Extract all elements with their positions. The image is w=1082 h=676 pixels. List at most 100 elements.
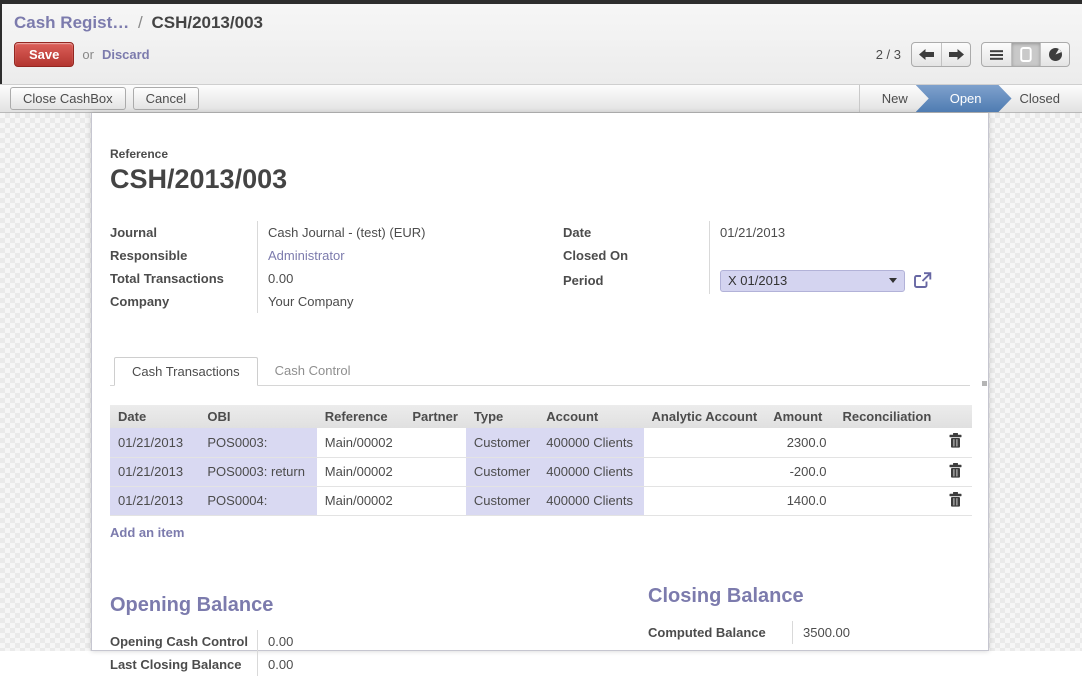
total-transactions-value: 0.00: [258, 271, 563, 286]
opening-cash-control-label: Opening Cash Control: [110, 630, 258, 653]
cell-amount[interactable]: 1400.0: [765, 486, 834, 515]
content-background: Reference CSH/2013/003 Journal Cash Jour…: [0, 113, 1082, 651]
field-group-left: Journal Cash Journal - (test) (EUR) Resp…: [110, 221, 563, 313]
field-computed-balance: Computed Balance 3500.00: [648, 621, 970, 644]
cell-partner[interactable]: [404, 457, 466, 486]
cell-analytic-account[interactable]: [644, 428, 766, 457]
pager-prev-button[interactable]: [912, 43, 941, 66]
reference-label: Reference: [110, 147, 970, 161]
cell-date[interactable]: 01/21/2013: [110, 486, 199, 515]
cell-reconciliation[interactable]: [834, 428, 939, 457]
delete-row-button[interactable]: [939, 457, 972, 486]
closing-balance-section: Closing Balance Computed Balance 3500.00: [648, 585, 970, 676]
form-toolbar: Close CashBox Cancel New Open Closed: [0, 84, 1082, 113]
col-header-analytic-account[interactable]: Analytic Account: [644, 405, 766, 428]
tab-cash-transactions[interactable]: Cash Transactions: [114, 357, 258, 386]
form-view-button[interactable]: [1011, 43, 1040, 66]
cash-transactions-table: DateOBIReferencePartnerTypeAccountAnalyt…: [110, 405, 972, 516]
cell-obi[interactable]: POS0004:: [199, 486, 316, 515]
add-an-item-link[interactable]: Add an item: [110, 525, 184, 540]
statusbar: New Open Closed: [859, 85, 1082, 112]
responsible-link[interactable]: Administrator: [268, 248, 345, 263]
journal-value: Cash Journal - (test) (EUR): [258, 225, 563, 240]
cell-obi[interactable]: POS0003:: [199, 428, 316, 457]
col-header-account[interactable]: Account: [538, 405, 643, 428]
cell-type[interactable]: Customer: [466, 486, 538, 515]
cell-date[interactable]: 01/21/2013: [110, 428, 199, 457]
cell-obi[interactable]: POS0003: return: [199, 457, 316, 486]
col-header-delete: [939, 405, 972, 428]
discard-link[interactable]: Discard: [102, 47, 150, 62]
table-row[interactable]: 01/21/2013POS0003:Main/00002 Customer4000…: [110, 428, 972, 457]
breadcrumb: Cash Regist… / CSH/2013/003: [14, 4, 1070, 33]
col-header-reconciliation[interactable]: Reconciliation: [834, 405, 939, 428]
left-arrow-icon: [918, 48, 935, 61]
form-view-icon: [1020, 47, 1032, 62]
col-header-amount[interactable]: Amount: [765, 405, 834, 428]
view-switcher: [981, 42, 1070, 67]
period-selected-value: X 01/2013: [728, 273, 889, 288]
cell-partner[interactable]: [404, 486, 466, 515]
cell-type[interactable]: Customer: [466, 428, 538, 457]
list-view-button[interactable]: [982, 43, 1011, 66]
save-button[interactable]: Save: [14, 42, 74, 67]
caret-down-icon: [889, 278, 897, 283]
company-label: Company: [110, 290, 258, 313]
cell-amount[interactable]: 2300.0: [765, 428, 834, 457]
cell-amount[interactable]: -200.0: [765, 457, 834, 486]
cell-partner[interactable]: [404, 428, 466, 457]
responsible-label: Responsible: [110, 244, 258, 267]
form-sheet: Reference CSH/2013/003 Journal Cash Jour…: [91, 113, 989, 651]
trash-icon: [949, 463, 962, 478]
cell-reference[interactable]: Main/00002: [317, 486, 405, 515]
closing-balance-title: Closing Balance: [648, 585, 970, 608]
col-header-partner[interactable]: Partner: [404, 405, 466, 428]
cell-date[interactable]: 01/21/2013: [110, 457, 199, 486]
period-select[interactable]: X 01/2013: [720, 270, 905, 292]
table-row[interactable]: 01/21/2013POS0004:Main/00002 Customer4000…: [110, 486, 972, 515]
delete-row-button[interactable]: [939, 486, 972, 515]
field-company: Company Your Company: [110, 290, 563, 313]
graph-view-button[interactable]: [1040, 43, 1069, 66]
company-value: Your Company: [258, 294, 563, 309]
trash-icon: [949, 492, 962, 507]
cell-analytic-account[interactable]: [644, 457, 766, 486]
list-view-icon: [990, 49, 1003, 61]
or-label: or: [82, 47, 94, 62]
delete-row-button[interactable]: [939, 428, 972, 457]
cancel-button[interactable]: Cancel: [133, 87, 199, 110]
close-cashbox-button[interactable]: Close CashBox: [10, 87, 126, 110]
col-header-reference[interactable]: Reference: [317, 405, 405, 428]
pager-next-button[interactable]: [941, 43, 970, 66]
field-journal: Journal Cash Journal - (test) (EUR): [110, 221, 563, 244]
cell-analytic-account[interactable]: [644, 486, 766, 515]
cell-reference[interactable]: Main/00002: [317, 457, 405, 486]
field-period: Period X 01/2013: [563, 267, 970, 294]
pie-chart-icon: [1048, 47, 1063, 62]
page-title: CSH/2013/003: [110, 164, 970, 195]
period-label: Period: [563, 267, 710, 294]
cell-account[interactable]: 400000 Clients: [538, 486, 643, 515]
table-header-row: DateOBIReferencePartnerTypeAccountAnalyt…: [110, 405, 972, 428]
computed-balance-label: Computed Balance: [648, 621, 793, 644]
cell-account[interactable]: 400000 Clients: [538, 428, 643, 457]
cell-account[interactable]: 400000 Clients: [538, 457, 643, 486]
computed-balance-value: 3500.00: [793, 625, 970, 640]
trash-icon: [949, 433, 962, 448]
cell-type[interactable]: Customer: [466, 457, 538, 486]
breadcrumb-parent-link[interactable]: Cash Regist…: [14, 13, 129, 32]
external-link-icon[interactable]: [913, 272, 932, 289]
col-header-obi[interactable]: OBI: [199, 405, 316, 428]
field-total-transactions: Total Transactions 0.00: [110, 267, 563, 290]
last-closing-balance-value: 0.00: [258, 657, 648, 672]
col-header-type[interactable]: Type: [466, 405, 538, 428]
tab-cash-control[interactable]: Cash Control: [258, 357, 368, 385]
total-transactions-label: Total Transactions: [110, 267, 258, 290]
opening-balance-section: Opening Balance Opening Cash Control 0.0…: [110, 594, 648, 676]
cell-reconciliation[interactable]: [834, 457, 939, 486]
breadcrumb-separator: /: [134, 13, 147, 32]
col-header-date[interactable]: Date: [110, 405, 199, 428]
table-row[interactable]: 01/21/2013POS0003: returnMain/00002 Custo…: [110, 457, 972, 486]
cell-reconciliation[interactable]: [834, 486, 939, 515]
cell-reference[interactable]: Main/00002: [317, 428, 405, 457]
